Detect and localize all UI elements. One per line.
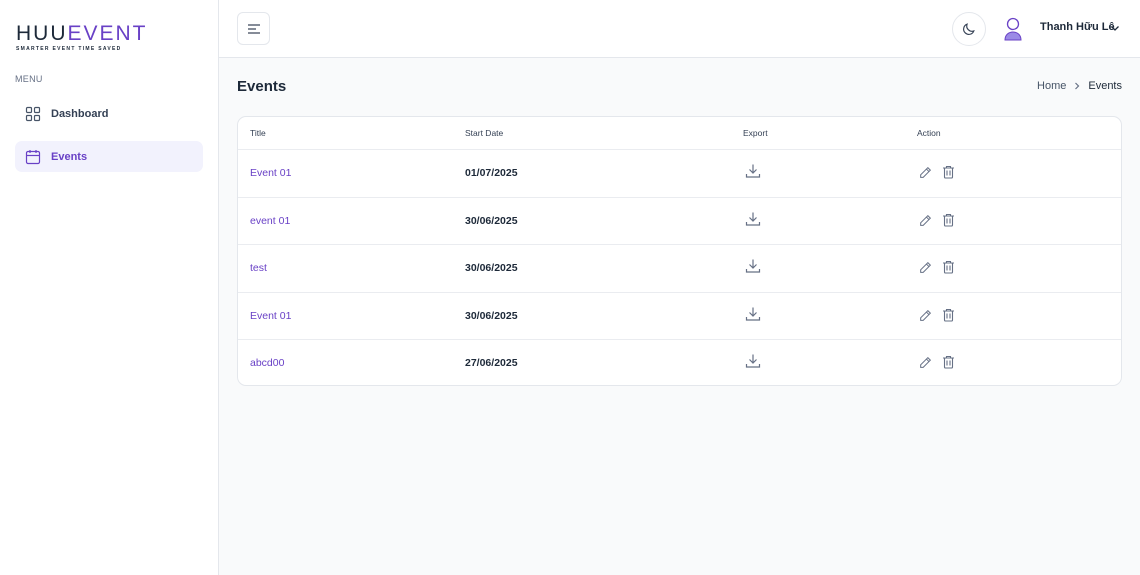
sidebar-item-label: Dashboard xyxy=(51,107,109,120)
top-header: Thanh Hữu Lê xyxy=(219,0,1140,58)
table-header: Title Start Date Export Action xyxy=(238,117,1121,150)
breadcrumb-home-link[interactable]: Home xyxy=(1037,80,1066,92)
sidebar-item-label: Events xyxy=(51,150,88,163)
event-title-link[interactable]: event 01 xyxy=(250,215,290,227)
calendar-icon xyxy=(25,149,41,165)
logo-accent: EVENT xyxy=(67,22,148,45)
trash-icon[interactable] xyxy=(942,308,955,322)
download-icon[interactable] xyxy=(745,211,761,227)
grid-icon xyxy=(25,106,41,122)
trash-icon[interactable] xyxy=(942,213,955,227)
trash-icon[interactable] xyxy=(942,260,955,274)
table-row: Event 01 01/07/2025 xyxy=(238,150,1121,198)
edit-icon[interactable] xyxy=(919,356,932,369)
table-row: test 30/06/2025 xyxy=(238,245,1121,293)
download-icon[interactable] xyxy=(745,306,761,322)
event-title-link[interactable]: abcd00 xyxy=(250,357,284,369)
breadcrumb: Home Events xyxy=(1037,80,1122,92)
logo-tagline: SMARTER EVENT TIME SAVED xyxy=(16,46,122,52)
breadcrumb-current: Events xyxy=(1088,80,1122,92)
menu-label: MENU xyxy=(15,74,43,84)
events-table: Title Start Date Export Action Event 01 … xyxy=(237,116,1122,386)
download-icon[interactable] xyxy=(745,163,761,179)
event-title-link[interactable]: test xyxy=(250,262,267,274)
moon-icon xyxy=(962,22,976,36)
sidebar-item-dashboard[interactable]: Dashboard xyxy=(15,98,203,129)
event-start-date: 30/06/2025 xyxy=(465,309,518,322)
chevron-right-icon xyxy=(1072,81,1082,91)
trash-icon[interactable] xyxy=(942,355,955,369)
trash-icon[interactable] xyxy=(942,165,955,179)
table-row: abcd00 27/06/2025 xyxy=(238,340,1121,385)
edit-icon[interactable] xyxy=(919,166,932,179)
table-row: event 01 30/06/2025 xyxy=(238,198,1121,245)
event-start-date: 30/06/2025 xyxy=(465,262,518,274)
column-header-title: Title xyxy=(250,128,266,138)
column-header-start-date: Start Date xyxy=(465,128,504,138)
column-header-action: Action xyxy=(917,128,941,138)
avatar[interactable] xyxy=(1003,16,1023,42)
sidebar: HUUEVENT SMARTER EVENT TIME SAVED MENU D… xyxy=(0,0,219,575)
edit-icon[interactable] xyxy=(919,214,932,227)
download-icon[interactable] xyxy=(745,353,761,369)
column-header-export: Export xyxy=(743,128,768,138)
chevron-down-icon[interactable] xyxy=(1109,22,1121,34)
logo-main: HUU xyxy=(16,22,68,45)
table-row: Event 01 30/06/2025 xyxy=(238,293,1121,340)
edit-icon[interactable] xyxy=(919,309,932,322)
event-start-date: 27/06/2025 xyxy=(465,357,518,369)
menu-icon xyxy=(247,23,261,35)
edit-icon[interactable] xyxy=(919,261,932,274)
sidebar-toggle-button[interactable] xyxy=(237,12,270,45)
user-name[interactable]: Thanh Hữu Lê xyxy=(1040,21,1115,33)
theme-toggle-button[interactable] xyxy=(952,12,986,46)
logo[interactable]: HUUEVENT SMARTER EVENT TIME SAVED xyxy=(16,22,148,52)
page-title: Events xyxy=(237,78,287,95)
event-title-link[interactable]: Event 01 xyxy=(250,167,291,179)
event-start-date: 01/07/2025 xyxy=(465,167,518,179)
logo-wordmark: HUUEVENT xyxy=(16,22,148,45)
sidebar-item-events[interactable]: Events xyxy=(15,141,203,172)
download-icon[interactable] xyxy=(745,258,761,274)
event-title-link[interactable]: Event 01 xyxy=(250,310,291,322)
event-start-date: 30/06/2025 xyxy=(465,214,518,227)
